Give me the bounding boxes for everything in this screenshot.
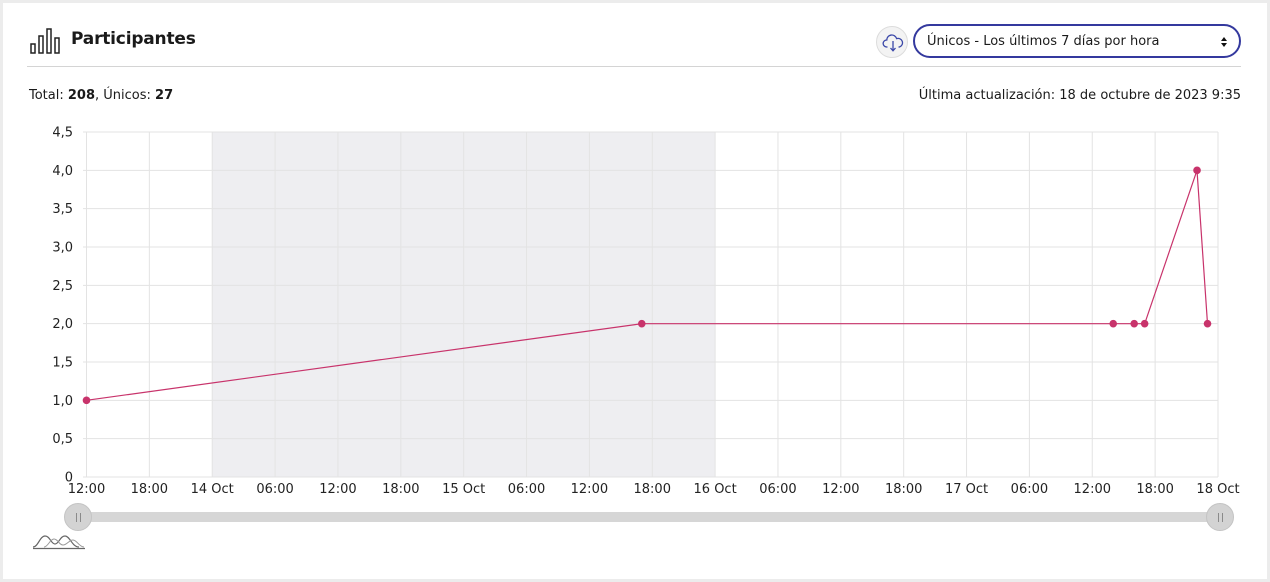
x-tick-label: 12:00 (822, 482, 859, 497)
data-point (1203, 319, 1212, 328)
x-tick-label: 18:00 (382, 482, 419, 497)
x-tick-label: 12:00 (571, 482, 608, 497)
data-point (1109, 319, 1118, 328)
y-tick-label: 0,5 (52, 432, 73, 447)
y-tick-label: 3,0 (52, 241, 73, 256)
x-tick-label: 18:00 (634, 482, 671, 497)
x-tick-label: 18:00 (885, 482, 922, 497)
y-tick-label: 1,0 (52, 394, 73, 409)
y-tick-label: 4,5 (52, 126, 73, 141)
y-tick-label: 3,5 (52, 202, 73, 217)
x-tick-label: 16 Oct (694, 482, 737, 497)
y-tick-label: 2,0 (52, 317, 73, 332)
x-tick-label: 12:00 (68, 482, 105, 497)
y-tick-label: 1,5 (52, 356, 73, 371)
x-tick-label: 18:00 (1136, 482, 1173, 497)
x-tick-label: 06:00 (759, 482, 796, 497)
x-tick-label: 18:00 (131, 482, 168, 497)
range-slider-start-handle[interactable] (64, 503, 92, 531)
participants-line-chart: 00,51,01,52,02,53,03,54,04,512:00 18:00 14… (52, 126, 1239, 498)
x-tick-label: 12:00 (1074, 482, 1111, 497)
x-tick-label: 06:00 (508, 482, 545, 497)
data-point (637, 319, 646, 328)
data-point (1130, 319, 1138, 328)
range-slider-track[interactable] (82, 512, 1212, 522)
x-tick-label: 06:00 (256, 482, 293, 497)
range-slider-end-handle[interactable] (1206, 503, 1234, 531)
x-tick-label: 18 Oct (1196, 482, 1239, 497)
y-tick-label: 4,0 (52, 164, 73, 179)
x-tick-label: 12:00 (319, 482, 356, 497)
y-tick-label: 2,5 (52, 279, 73, 294)
x-tick-label: 06:00 (1011, 482, 1048, 497)
data-point (1193, 166, 1201, 175)
data-point (82, 396, 91, 405)
overview-wave-icon (32, 535, 85, 550)
x-tick-label: 17 Oct (945, 482, 988, 497)
data-point (1140, 319, 1149, 328)
x-tick-label: 14 Oct (191, 482, 234, 497)
x-tick-label: 15 Oct (442, 482, 485, 497)
